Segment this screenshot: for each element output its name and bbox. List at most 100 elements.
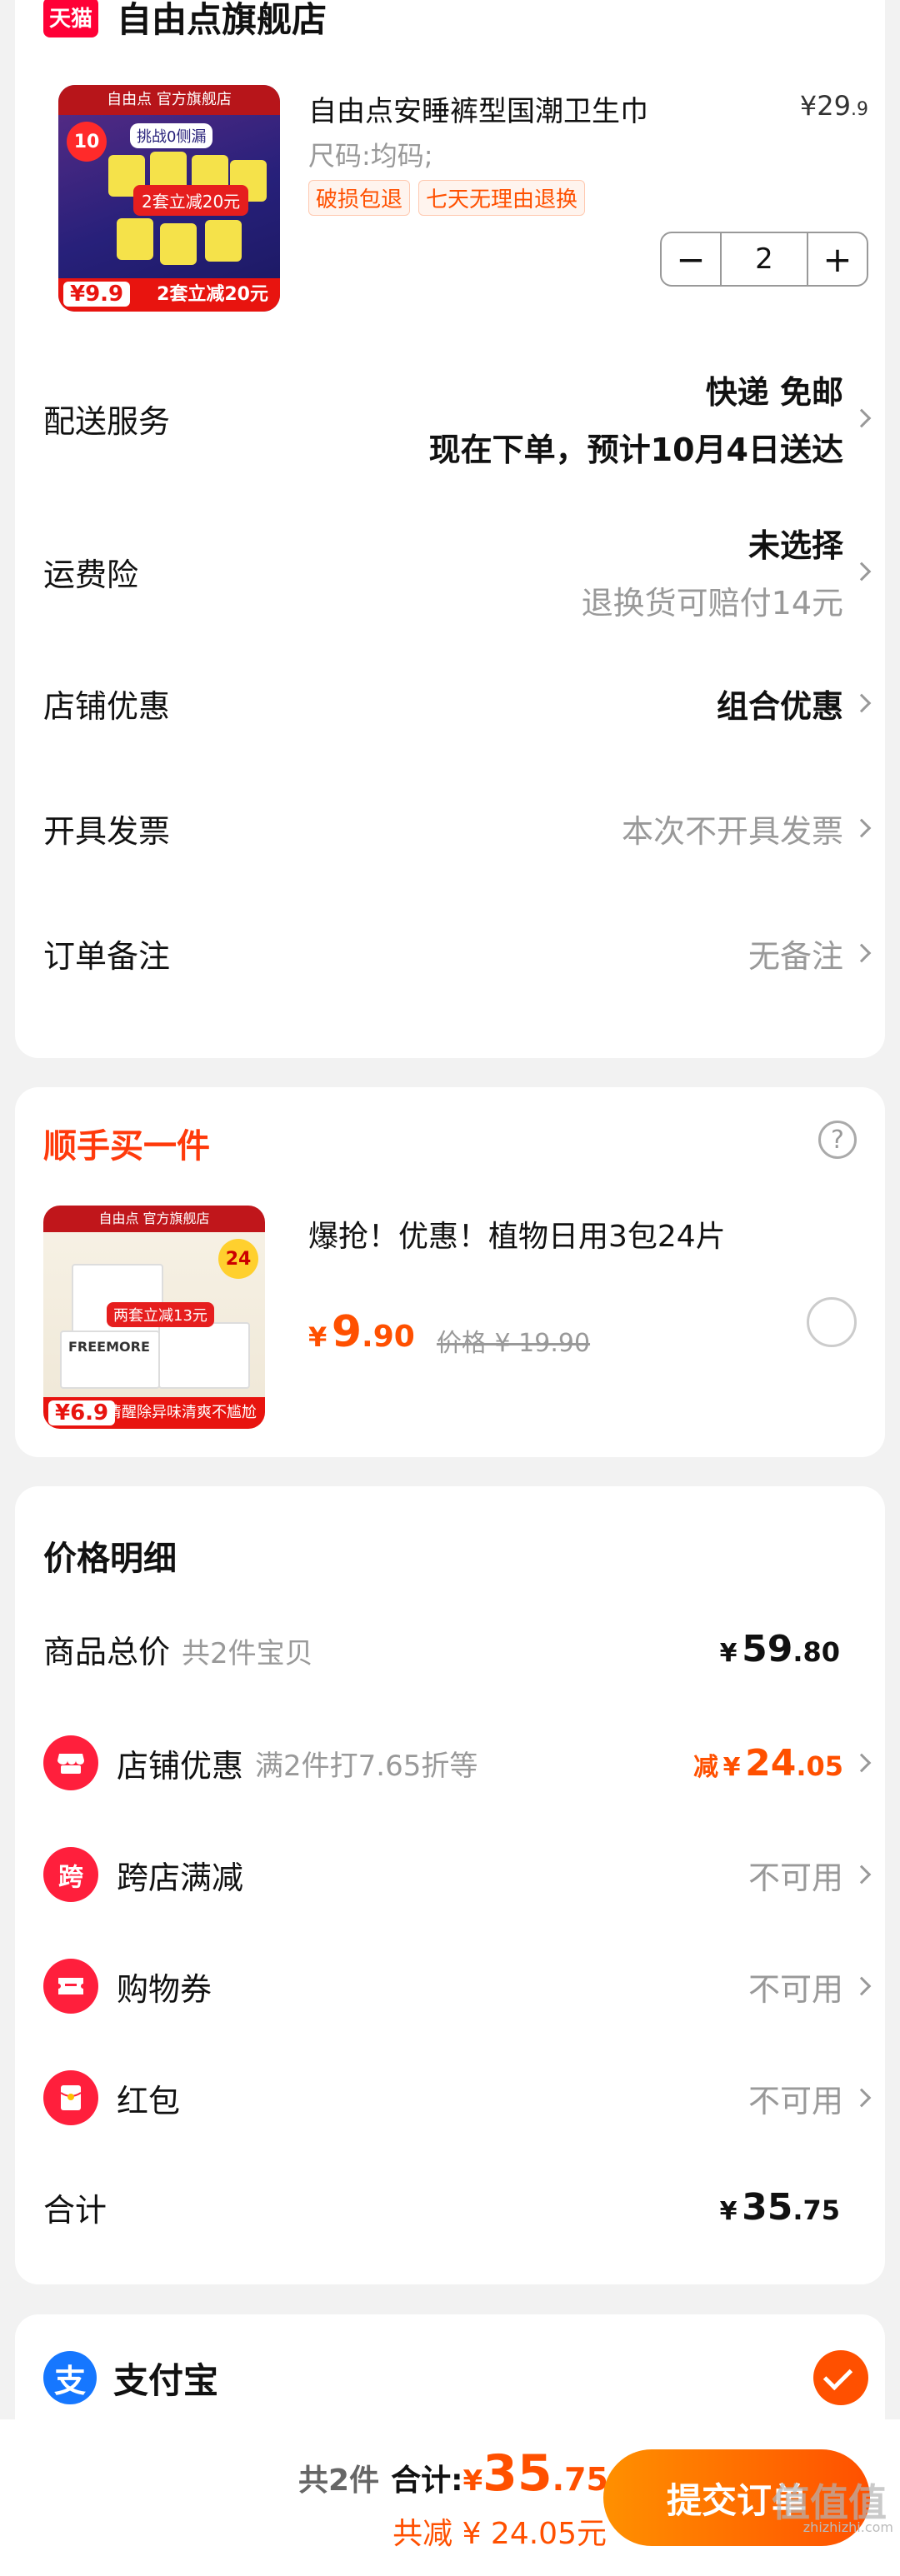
- coupon-label: 购物券: [117, 1970, 212, 2008]
- chevron-right-icon: [852, 1865, 872, 1885]
- service-tag: 破损包退: [308, 180, 411, 216]
- sum-amount: ¥ 35.75: [719, 2185, 840, 2229]
- product-thumbnail[interactable]: 自由点 官方旗舰店 10 挑战0侧漏 2套立减20元 2套立减20元 ¥9.9: [58, 85, 280, 312]
- thumb-price: ¥6.9: [48, 1400, 116, 1425]
- delivery-label: 配送服务: [43, 402, 171, 440]
- store-order-card: 天猫 自由点旗舰店 自由点 官方旗舰店 10 挑战0侧漏 2套立减20元 2套立…: [15, 0, 885, 1058]
- store-header[interactable]: 天猫 自由点旗舰店: [43, 0, 327, 42]
- sum-label: 合计: [43, 2191, 108, 2229]
- chevron-right-icon: [852, 1753, 872, 1773]
- quantity-stepper: − 2 +: [660, 232, 868, 287]
- add-on-recommend-card: 顺手买一件 ? 自由点 官方旗舰店 24 FREEMORE 两套立减13元 清醒…: [15, 1087, 885, 1457]
- thumb-promo: 两套立减13元: [107, 1302, 214, 1327]
- service-tags: 破损包退 七天无理由退换: [308, 180, 586, 216]
- red-packet-label: 红包: [117, 2082, 181, 2119]
- watermark-text: zhizhizhi.com: [802, 2519, 893, 2535]
- thumb-brand: FREEMORE: [68, 1339, 150, 1355]
- thumb-pack-shape: [205, 220, 242, 262]
- price-detail-title: 价格明细: [43, 1540, 177, 1578]
- thumb-box-shape: [158, 1322, 250, 1389]
- product-title[interactable]: 自由点安睡裤型国潮卫生巾: [308, 88, 648, 129]
- goods-total-label: 商品总价: [43, 1633, 171, 1670]
- chevron-right-icon: [852, 1976, 872, 1996]
- decrement-button[interactable]: −: [662, 233, 720, 285]
- store-name[interactable]: 自由点旗舰店: [117, 0, 327, 42]
- tmall-logo: 天猫: [43, 0, 98, 37]
- store-discount-amount: 减 ¥ 24.05: [693, 1741, 843, 1785]
- alipay-row[interactable]: 支 支付宝: [43, 2344, 868, 2411]
- store-discount-value: 组合优惠: [716, 687, 843, 725]
- checkout-total-amount: ¥35.75: [462, 2444, 609, 2503]
- recommend-original-price: 价格 ¥ 19.90: [437, 1329, 591, 1358]
- red-packet-icon: [43, 2070, 98, 2125]
- coupon-value: 不可用: [748, 1970, 843, 2008]
- increment-button[interactable]: +: [808, 233, 867, 285]
- checkout-total: 共2件 合计: ¥35.75: [298, 2444, 608, 2503]
- chevron-right-icon: [852, 408, 872, 428]
- coupon-row[interactable]: 购物券 不可用: [43, 1953, 872, 2019]
- recommend-thumbnail[interactable]: 自由点 官方旗舰店 24 FREEMORE 两套立减13元 清醒除异味清爽不尴尬…: [43, 1206, 265, 1429]
- product-sku[interactable]: 尺码:均码;: [308, 135, 433, 173]
- delivery-estimate: 现在下单，预计10月4日送达: [428, 432, 843, 468]
- store-discount-detail-row[interactable]: 店铺优惠 满2件打7.65折等 减 ¥ 24.05: [43, 1730, 872, 1796]
- checkout-discount: 共减 ¥ 24.05元: [392, 2517, 607, 2551]
- invoice-label: 开具发票: [43, 812, 171, 850]
- invoice-value: 本次不开具发票: [621, 812, 843, 850]
- alipay-icon: 支: [43, 2351, 97, 2404]
- insurance-note: 退换货可赔付14元: [581, 585, 843, 622]
- chevron-right-icon: [852, 693, 872, 713]
- delivery-row[interactable]: 配送服务 快递 免邮 现在下单，预计10月4日送达: [43, 360, 872, 477]
- recommend-select-radio[interactable]: [807, 1297, 857, 1347]
- goods-total-row: 商品总价 共2件宝贝 ¥ 59.80: [43, 1620, 868, 1678]
- thumb-store-strip: 自由点 官方旗舰店: [58, 85, 280, 115]
- thumb-badge: 24: [218, 1239, 258, 1279]
- store-icon: [43, 1735, 98, 1790]
- remark-label: 订单备注: [43, 937, 171, 975]
- product-price: ¥29.9: [799, 90, 868, 122]
- help-icon[interactable]: ?: [818, 1121, 857, 1159]
- checkout-count: 共2件: [298, 2464, 380, 2498]
- insurance-status: 未选择: [748, 527, 843, 564]
- chevron-right-icon: [852, 818, 872, 838]
- cross-store-icon: 跨: [43, 1847, 98, 1902]
- store-discount-detail-label: 店铺优惠: [117, 1747, 244, 1785]
- selected-check-icon[interactable]: [813, 2350, 868, 2405]
- cross-store-value: 不可用: [748, 1859, 843, 1896]
- store-discount-detail-rule: 满2件打7.65折等: [255, 1749, 478, 1783]
- chevron-right-icon: [852, 562, 872, 582]
- sum-row: 合计 ¥ 35.75: [43, 2178, 868, 2236]
- checkout-total-label: 合计:: [391, 2464, 463, 2498]
- price-detail-card: 价格明细 商品总价 共2件宝贝 ¥ 59.80 店铺优惠 满2件打7.65折等 …: [15, 1486, 885, 2284]
- thumb-price: ¥9.9: [63, 282, 131, 307]
- thumb-pack-shape: [160, 223, 197, 265]
- thumb-pack-shape: [117, 218, 153, 260]
- remark-value: 无备注: [748, 937, 843, 975]
- recommend-price: ¥ 9.90: [308, 1307, 415, 1357]
- chevron-right-icon: [852, 943, 872, 963]
- delivery-method: 快递 免邮: [705, 374, 843, 411]
- goods-total-amount: ¥ 59.80: [719, 1627, 840, 1670]
- payment-name: 支付宝: [113, 2359, 219, 2401]
- service-tag: 七天无理由退换: [418, 180, 586, 216]
- insurance-label: 运费险: [43, 556, 139, 593]
- store-discount-label: 店铺优惠: [43, 687, 171, 725]
- cross-store-row[interactable]: 跨 跨店满减 不可用: [43, 1841, 872, 1908]
- invoice-row[interactable]: 开具发票 本次不开具发票: [43, 795, 872, 861]
- red-packet-value: 不可用: [748, 2082, 843, 2119]
- chevron-right-icon: [852, 2088, 872, 2108]
- thumb-store-strip: 自由点 官方旗舰店: [43, 1206, 265, 1232]
- red-packet-row[interactable]: 红包 不可用: [43, 2064, 872, 2131]
- ticket-icon: [43, 1959, 98, 2014]
- checkout-bar: 共2件 合计: ¥35.75 共减 ¥ 24.05元 提交订单 值值值 zhiz…: [0, 2419, 900, 2576]
- thumb-badge: 10: [67, 122, 107, 162]
- cross-store-label: 跨店满减: [117, 1859, 244, 1896]
- thumb-promo: 2套立减20元: [133, 185, 249, 216]
- shipping-insurance-row[interactable]: 运费险 未选择 退换货可赔付14元: [43, 513, 872, 630]
- recommend-title: 顺手买一件: [43, 1127, 210, 1166]
- store-discount-row[interactable]: 店铺优惠 组合优惠: [43, 670, 872, 736]
- product-item: 自由点 官方旗舰店 10 挑战0侧漏 2套立减20元 2套立减20元 ¥9.9 …: [43, 85, 868, 335]
- remark-row[interactable]: 订单备注 无备注: [43, 920, 872, 986]
- quantity-value[interactable]: 2: [720, 233, 808, 285]
- recommend-item-name[interactable]: 爆抢！优惠！植物日用3包24片: [308, 1212, 726, 1256]
- goods-total-count: 共2件宝贝: [182, 1636, 313, 1670]
